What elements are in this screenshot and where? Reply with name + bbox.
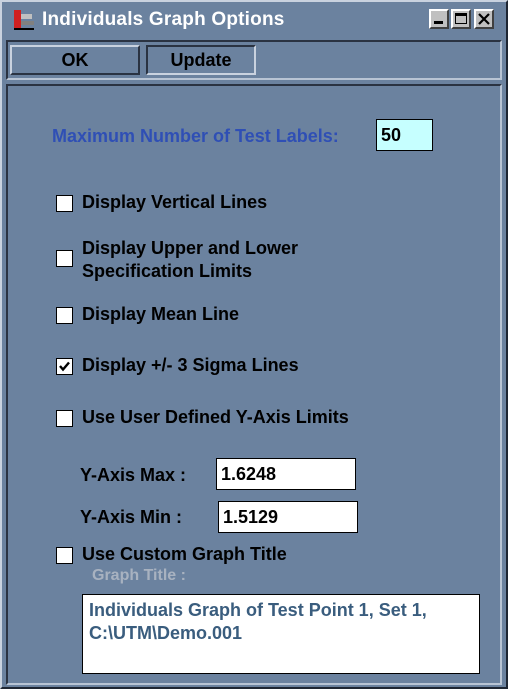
display-mean-line-label: Display Mean Line (82, 304, 240, 324)
custom-graph-title-checkbox[interactable] (56, 547, 73, 564)
minimize-icon (434, 21, 443, 24)
y-axis-min-input[interactable] (218, 501, 358, 533)
update-button[interactable]: Update (146, 45, 256, 75)
toolbar: OK Update (6, 40, 502, 80)
display-spec-limits-label-line1: Display Upper and Lower (82, 238, 299, 258)
window-title: Individuals Graph Options (42, 9, 285, 30)
graph-title-label: Graph Title : (92, 567, 186, 584)
y-axis-max-input[interactable] (216, 458, 356, 490)
app-icon[interactable] (12, 8, 36, 32)
close-button[interactable] (474, 9, 494, 29)
y-axis-max-label: Y-Axis Max : (80, 465, 187, 485)
max-test-labels-label: Maximum Number of Test Labels: (52, 126, 339, 146)
user-y-axis-limits-label: Use User Defined Y-Axis Limits (82, 407, 349, 427)
maximize-button[interactable] (451, 9, 471, 29)
y-axis-min-label: Y-Axis Min : (80, 507, 183, 527)
display-sigma-lines-checkbox[interactable] (56, 358, 73, 375)
close-icon (478, 13, 490, 25)
display-vertical-lines-checkbox[interactable] (56, 195, 73, 212)
individuals-graph-options-window: Individuals Graph Options OK Update Maxi… (0, 0, 508, 689)
minimize-button[interactable] (429, 9, 449, 29)
display-vertical-lines-label: Display Vertical Lines (82, 192, 268, 212)
maximize-icon (455, 13, 467, 24)
user-y-axis-limits-checkbox[interactable] (56, 410, 73, 427)
display-sigma-lines-label: Display +/- 3 Sigma Lines (82, 355, 299, 375)
display-spec-limits-label-line2: Specification Limits (82, 261, 253, 281)
options-panel: Maximum Number of Test Labels: Display V… (6, 84, 502, 685)
display-mean-line-checkbox[interactable] (56, 307, 73, 324)
ok-button[interactable]: OK (10, 45, 140, 75)
title-bar[interactable]: Individuals Graph Options (4, 4, 504, 36)
graph-title-textarea[interactable]: Individuals Graph of Test Point 1, Set 1… (82, 594, 480, 674)
max-test-labels-input[interactable] (376, 119, 433, 151)
checkmark-icon (59, 361, 70, 372)
custom-graph-title-label: Use Custom Graph Title (82, 544, 287, 564)
display-spec-limits-checkbox[interactable] (56, 250, 73, 267)
